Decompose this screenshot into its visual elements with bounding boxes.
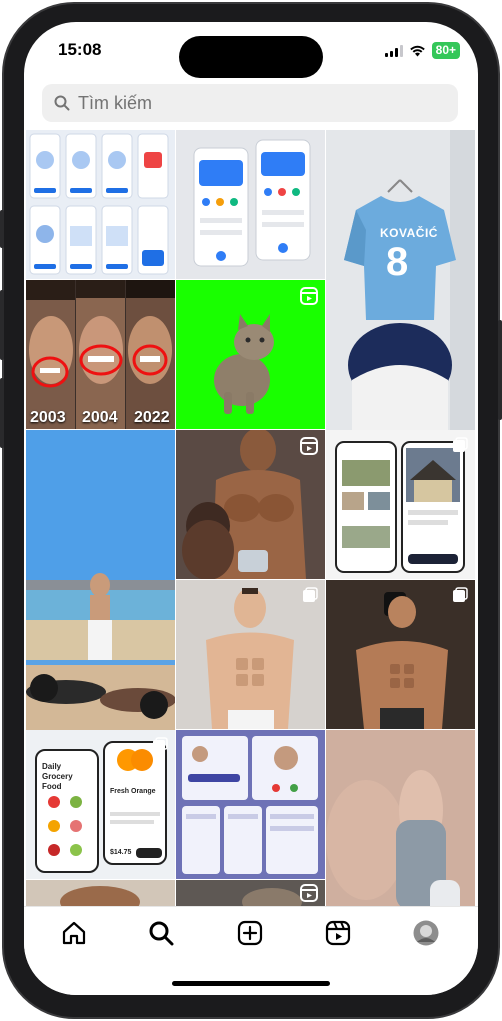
explore-tile-app-screens[interactable] [26, 130, 175, 279]
battery-indicator: 80+ [431, 42, 460, 59]
year-label-3: 2022 [134, 409, 170, 426]
action-button [0, 210, 4, 248]
bodybuilder-thumbnail [26, 880, 175, 906]
explore-tile-property-app[interactable] [326, 430, 475, 579]
explore-tile-bodybuilder[interactable] [26, 880, 175, 906]
nav-reels[interactable] [324, 919, 352, 947]
profile-avatar [413, 920, 439, 946]
explore-tile-muscle-3[interactable] [326, 580, 475, 729]
screen: 15:08 80+ Tìm kiếm KOVAČIĆ 8 2003 2004 2… [24, 22, 478, 995]
cellular-signal-icon [384, 44, 403, 57]
explore-tile-muscle-2[interactable] [176, 580, 325, 729]
reels-icon [325, 920, 351, 946]
dynamic-island [179, 36, 323, 78]
explore-tile-cat[interactable] [176, 280, 325, 429]
year-label-2: 2004 [82, 409, 118, 426]
explore-tile-muscle[interactable] [176, 430, 325, 579]
create-icon [237, 920, 263, 946]
volume-up-button [0, 290, 4, 360]
home-indicator [172, 981, 330, 986]
explore-tile-beach[interactable] [26, 430, 175, 730]
grocery-title: Daily Grocery Food [42, 762, 73, 791]
grocery-price: $14.75 [110, 849, 132, 856]
search-input[interactable] [78, 92, 418, 114]
jersey-number-text: 8 [386, 240, 409, 284]
explore-tile-faces[interactable]: 2003 2004 2022 [26, 280, 175, 429]
status-time: 15:08 [58, 40, 102, 59]
beach-thumbnail [26, 430, 175, 730]
explore-tile-jersey[interactable]: KOVAČIĆ 8 [326, 130, 475, 430]
profile-app-thumbnail [176, 730, 325, 879]
nav-profile[interactable] [412, 919, 440, 947]
status-icons: 80+ [384, 42, 460, 59]
explore-tile-profile-app[interactable] [176, 730, 325, 879]
grocery-product: Fresh Orange [110, 788, 156, 795]
nav-home[interactable] [60, 919, 88, 947]
carousel-icon [303, 587, 318, 602]
home-icon [62, 921, 86, 945]
power-button [498, 320, 502, 420]
wifi-icon [409, 45, 425, 56]
carousel-icon [453, 437, 468, 452]
explore-grid: KOVAČIĆ 8 2003 2004 2022 Daily Grocery F… [26, 130, 476, 906]
year-label-1: 2003 [30, 409, 66, 426]
carousel-icon [153, 737, 168, 752]
reel-icon [300, 884, 318, 902]
explore-tile-bank-app[interactable] [176, 130, 325, 279]
search-bar[interactable] [42, 84, 458, 122]
reel-icon [300, 437, 318, 455]
reel-icon [300, 287, 318, 305]
search-icon [54, 95, 70, 111]
app-screens-thumbnail [29, 133, 169, 275]
toe-thumbnail [326, 730, 475, 906]
search-icon [149, 921, 174, 946]
bank-app-thumbnail [193, 139, 311, 267]
nav-create[interactable] [236, 919, 264, 947]
explore-tile-cat-2[interactable] [176, 880, 325, 906]
nav-search[interactable] [147, 919, 175, 947]
explore-tile-toe[interactable] [326, 730, 475, 906]
jersey-name-text: KOVAČIĆ [380, 226, 438, 240]
carousel-icon [453, 587, 468, 602]
volume-down-button [0, 378, 4, 448]
explore-tile-grocery-app[interactable]: Daily Grocery Food Fresh Orange $14.75 [26, 730, 175, 879]
faces-thumbnail [26, 280, 175, 429]
